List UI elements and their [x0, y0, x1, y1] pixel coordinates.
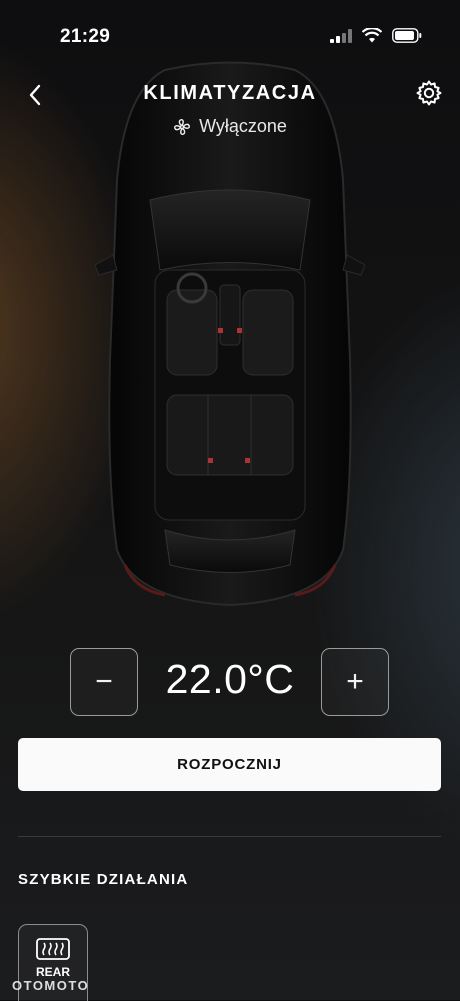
start-button[interactable]: ROZPOCZNIJ	[18, 738, 441, 791]
status-icons	[330, 28, 422, 43]
temperature-control: − 22.0°C +	[0, 648, 460, 716]
settings-button[interactable]	[412, 76, 446, 110]
divider	[18, 836, 441, 837]
signal-icon	[330, 28, 352, 43]
quick-actions-title: SZYBKIE DZIAŁANIA	[18, 871, 189, 888]
watermark: OTOMOTO	[12, 978, 90, 993]
car-image	[95, 61, 365, 607]
temperature-value: 22.0°C	[165, 656, 295, 702]
increase-temperature-button[interactable]: +	[321, 648, 389, 716]
gear-icon	[416, 80, 442, 106]
climate-status: Wyłączone	[0, 116, 460, 137]
status-time: 21:29	[60, 26, 111, 47]
page-title: KLIMATYZACJA	[143, 82, 317, 104]
battery-icon	[392, 28, 422, 43]
quick-action-label: REAR	[35, 965, 70, 979]
climate-status-text: Wyłączone	[199, 116, 287, 136]
fan-icon	[174, 118, 191, 135]
wifi-icon	[362, 28, 382, 43]
decrease-temperature-button[interactable]: −	[70, 648, 138, 716]
rear-defrost-icon	[36, 938, 70, 960]
